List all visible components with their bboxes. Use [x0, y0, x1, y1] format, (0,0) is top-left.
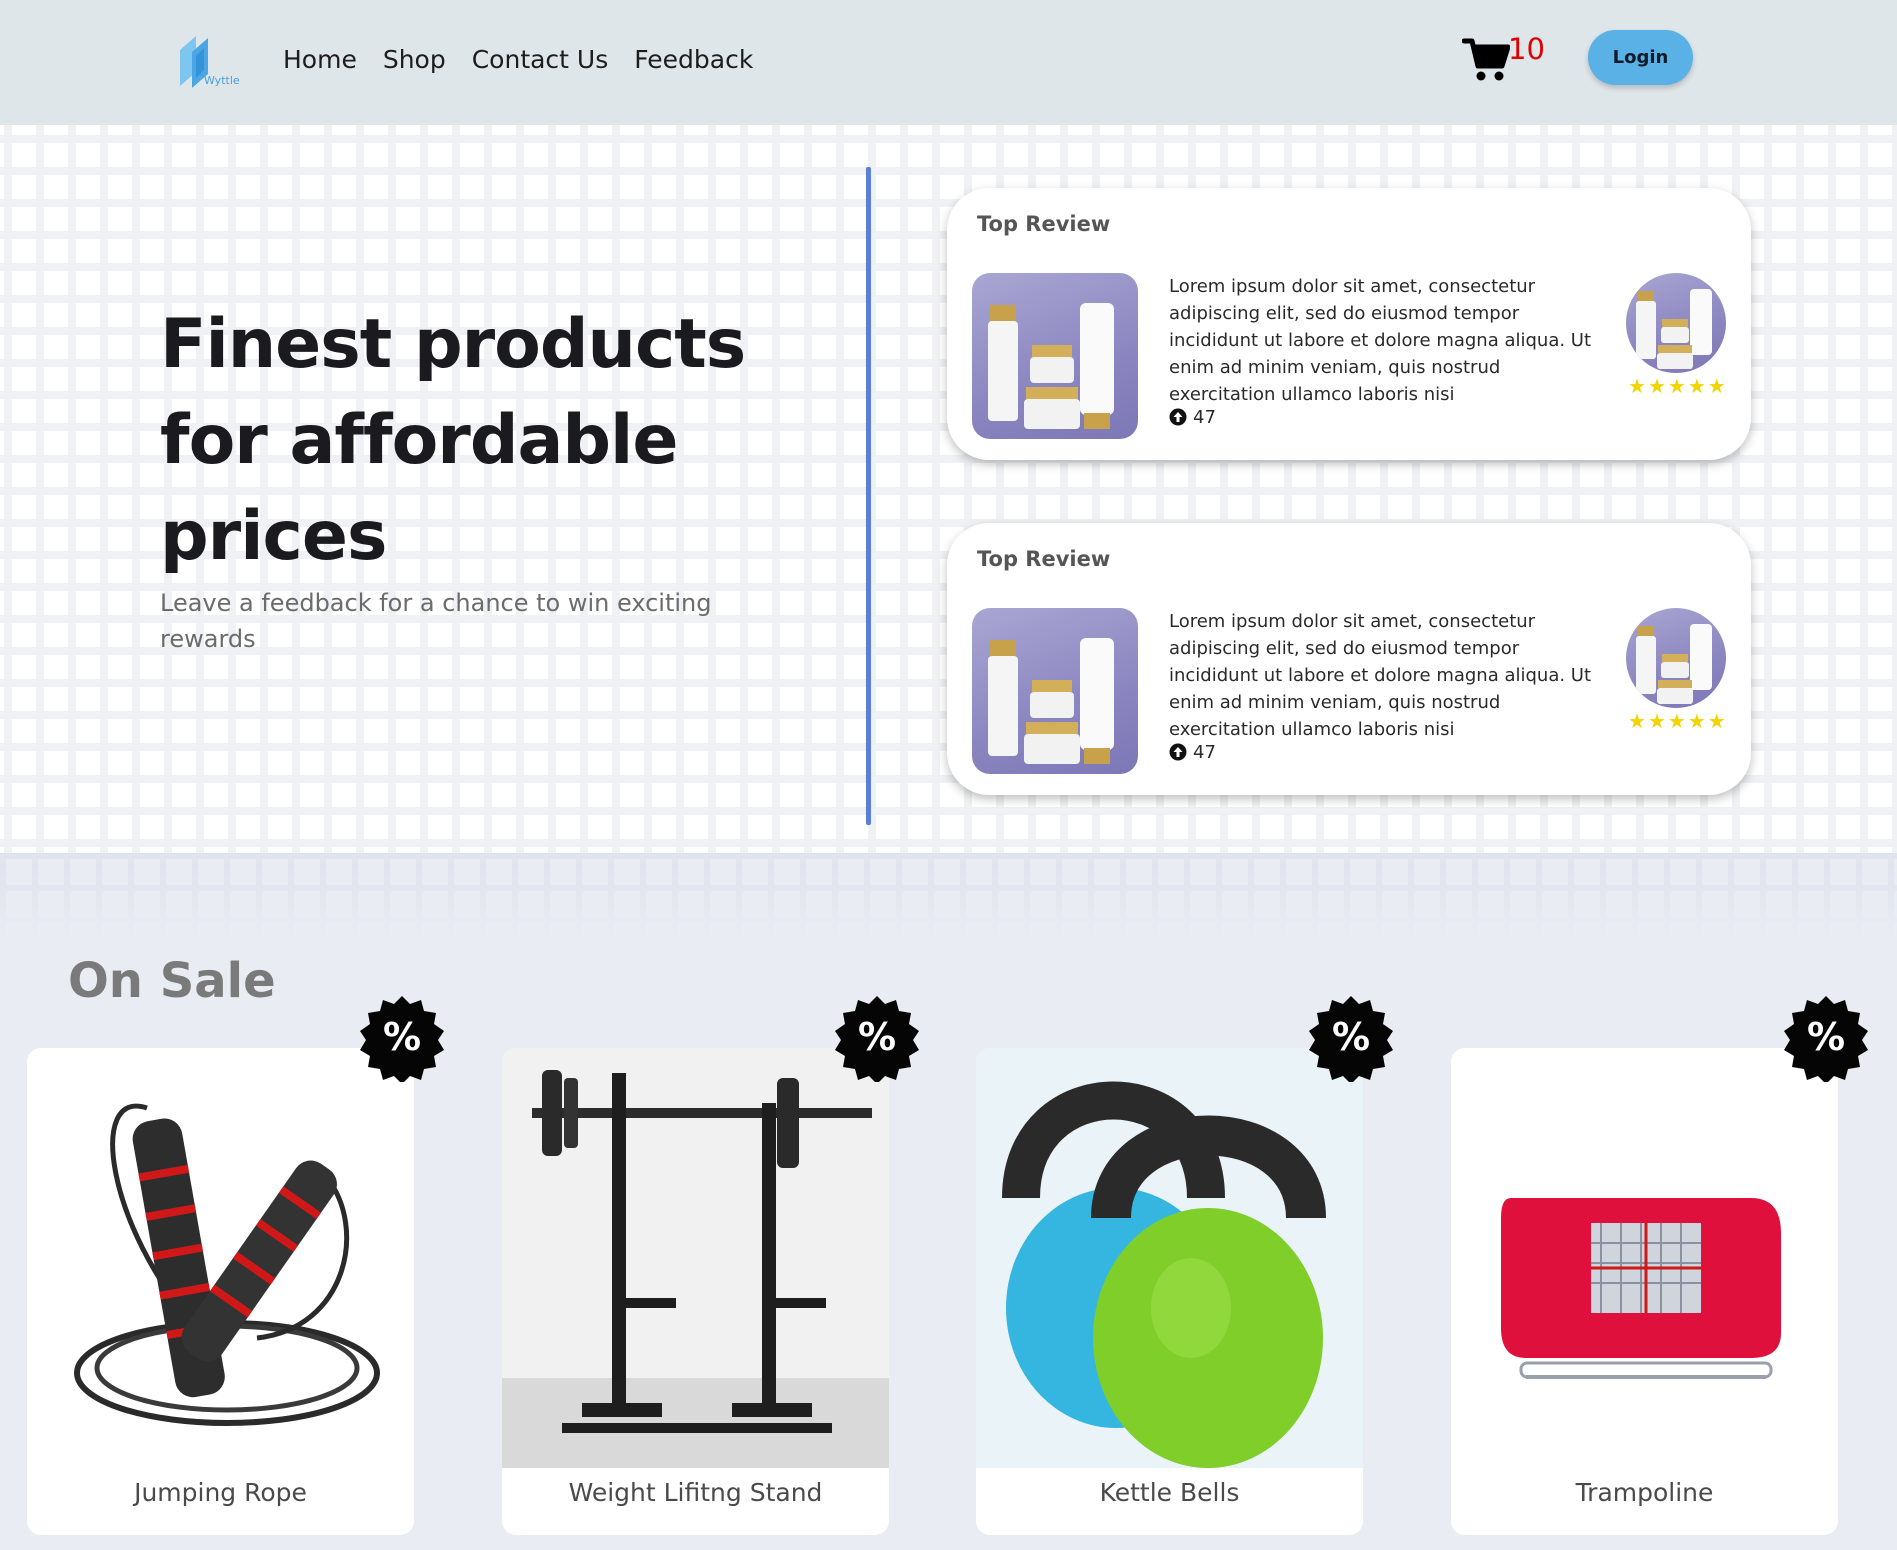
- nav-link-contact-us[interactable]: Contact Us: [472, 43, 609, 77]
- discount-badge-icon: %: [1307, 994, 1395, 1084]
- review-card: Top Review Lorem ipsum dolor sit amet, c…: [947, 188, 1751, 460]
- product-card-weight-lifting-stand[interactable]: Weight Lifitng Stand %: [502, 996, 919, 1535]
- star-icon: ★: [1687, 709, 1706, 733]
- product-name: Jumping Rope: [134, 1478, 307, 1507]
- arrow-up-circle-icon: [1169, 408, 1187, 426]
- hero-subtitle: Leave a feedback for a chance to win exc…: [160, 589, 712, 653]
- vote-count: 47: [1193, 741, 1216, 763]
- star-icon: ★: [1687, 374, 1706, 398]
- main-nav: Home Shop Contact Us Feedback: [283, 43, 779, 77]
- hero-section: Finest products for affordable prices Le…: [0, 125, 1897, 853]
- shopping-cart-icon: [1462, 38, 1510, 81]
- discount-badge-icon: %: [358, 994, 446, 1084]
- percent-symbol: %: [858, 1015, 896, 1059]
- review-card: Top Review Lorem ipsum dolor sit amet, c…: [947, 523, 1751, 795]
- star-icon: ★: [1628, 709, 1646, 733]
- review-text: Lorem ipsum dolor sit amet, consectetur …: [1169, 276, 1592, 405]
- review-text: Lorem ipsum dolor sit amet, consectetur …: [1169, 611, 1592, 740]
- logo-text: Wyttle: [204, 74, 240, 87]
- arrow-up-circle-icon: [1169, 743, 1187, 761]
- product-name: Kettle Bells: [1099, 1478, 1240, 1507]
- vote-count: 47: [1193, 406, 1216, 428]
- navbar: Wyttle Home Shop Contact Us Feedback 10 …: [0, 0, 1897, 125]
- percent-symbol: %: [1332, 1015, 1370, 1059]
- product-name: Weight Lifitng Stand: [568, 1478, 823, 1507]
- vertical-divider: [866, 167, 871, 825]
- upvote-count[interactable]: 47: [1169, 404, 1216, 430]
- reviewer-avatar: [1626, 273, 1726, 373]
- star-icon: ★: [1647, 374, 1666, 398]
- jump-rope-image: [27, 1048, 414, 1468]
- product-card-kettle-bells[interactable]: Kettle Bells %: [976, 996, 1393, 1535]
- upvote-count[interactable]: 47: [1169, 739, 1216, 765]
- discount-badge-icon: %: [1782, 994, 1870, 1084]
- nav-link-shop[interactable]: Shop: [383, 43, 446, 77]
- percent-symbol: %: [383, 1015, 421, 1059]
- star-icon: ★: [1667, 709, 1686, 733]
- product-card-jumping-rope[interactable]: Jumping Rope %: [27, 996, 444, 1535]
- product-image: [972, 608, 1138, 774]
- hero-title: Finest products for affordable prices: [160, 305, 746, 576]
- review-heading: Top Review: [977, 212, 1111, 236]
- section-title: On Sale: [68, 953, 276, 1009]
- product-card-trampoline[interactable]: Trampoline %: [1451, 996, 1868, 1535]
- discount-badge-icon: %: [833, 994, 921, 1084]
- nav-link-feedback[interactable]: Feedback: [634, 43, 753, 77]
- cart-count-badge: 10: [1508, 32, 1545, 66]
- cart-button[interactable]: 10: [1462, 30, 1572, 86]
- star-rating: ★ ★ ★ ★ ★: [1628, 711, 1726, 731]
- star-icon: ★: [1707, 374, 1726, 398]
- on-sale-section: On Sale Jumping Rope % Weight Lifitng St…: [0, 853, 1897, 1550]
- star-icon: ★: [1628, 374, 1646, 398]
- reviewer-avatar: [1626, 608, 1726, 708]
- product-image: [972, 273, 1138, 439]
- star-rating: ★ ★ ★ ★ ★: [1628, 376, 1726, 396]
- percent-symbol: %: [1807, 1015, 1845, 1059]
- nav-link-home[interactable]: Home: [283, 43, 357, 77]
- login-button[interactable]: Login: [1588, 30, 1693, 85]
- weight-stand-image: [502, 1048, 889, 1468]
- kettlebells-image: [976, 1048, 1363, 1468]
- review-heading: Top Review: [977, 547, 1111, 571]
- star-icon: ★: [1647, 709, 1666, 733]
- product-name: Trampoline: [1575, 1478, 1714, 1507]
- star-icon: ★: [1707, 709, 1726, 733]
- trampoline-image: [1451, 1048, 1838, 1468]
- star-icon: ★: [1667, 374, 1686, 398]
